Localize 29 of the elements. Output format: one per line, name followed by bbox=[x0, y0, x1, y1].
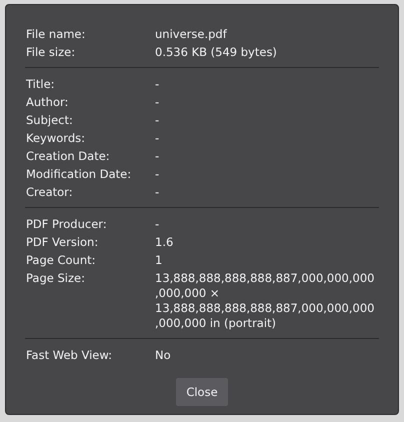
property-label: Title: bbox=[26, 76, 56, 93]
property-value: - bbox=[155, 130, 160, 146]
property-label: PDF Producer: bbox=[26, 216, 108, 233]
property-value: universe.pdf bbox=[155, 26, 228, 42]
property-label: PDF Version: bbox=[26, 234, 100, 251]
property-label: File size: bbox=[26, 44, 76, 61]
property-label: Creator: bbox=[26, 184, 74, 201]
property-value: No bbox=[155, 346, 172, 364]
property-label: Author: bbox=[26, 94, 70, 111]
property-label: Page Size: bbox=[26, 270, 86, 287]
close-button[interactable]: Close bbox=[176, 378, 228, 406]
property-value: 13,888,888,888,888,887,000,000,000,000,000 × 13,888,888,888,888,887,000,000,000,000,000 in (portrait) bbox=[155, 270, 376, 332]
property-label: Page Count: bbox=[26, 252, 97, 269]
property-value: - bbox=[155, 94, 160, 110]
property-value: - bbox=[155, 148, 160, 164]
property-label: Subject: bbox=[26, 112, 74, 129]
property-value: - bbox=[155, 216, 160, 232]
property-label: Fast Web View: bbox=[26, 347, 114, 364]
property-value: - bbox=[155, 184, 160, 200]
property-label: Keywords: bbox=[26, 130, 86, 147]
property-label: Modification Date: bbox=[26, 166, 132, 183]
property-value: - bbox=[155, 76, 160, 92]
property-value: - bbox=[155, 166, 160, 182]
property-value: - bbox=[155, 112, 160, 128]
property-value: 1 bbox=[155, 252, 164, 268]
property-label: File name: bbox=[26, 26, 86, 43]
property-value: 0.536 KB (549 bytes) bbox=[155, 44, 278, 60]
property-value: 1.6 bbox=[155, 234, 174, 250]
property-label: Creation Date: bbox=[26, 148, 111, 165]
